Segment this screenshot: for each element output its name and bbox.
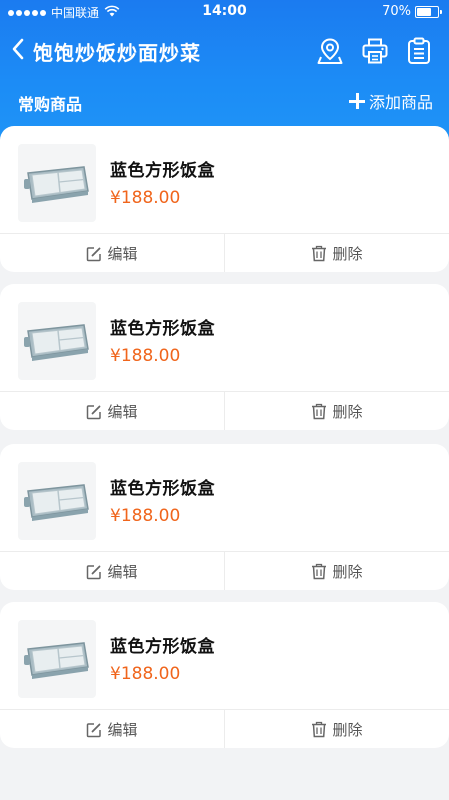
product-name: 蓝色方形饭盒: [110, 479, 215, 499]
product-name: 蓝色方形饭盒: [110, 319, 215, 339]
edit-button[interactable]: 编辑: [0, 392, 224, 430]
edit-icon: [87, 246, 102, 261]
product-image: [18, 462, 96, 540]
nav-bar: 饱饱炒饭炒面炒菜: [0, 28, 449, 74]
page-title: 饱饱炒饭炒面炒菜: [33, 41, 201, 65]
trash-icon: [312, 563, 327, 580]
edit-icon: [87, 722, 102, 737]
battery-percent: 70%: [382, 4, 411, 19]
printer-icon: [362, 38, 388, 64]
delete-label: 删除: [332, 403, 363, 421]
add-product-button[interactable]: 添加商品: [348, 89, 433, 113]
section-header: 常购商品 添加商品: [0, 86, 449, 116]
product-price: ¥188.00: [110, 664, 181, 684]
back-button[interactable]: [6, 34, 30, 64]
clipboard-icon: [408, 37, 430, 64]
edit-label: 编辑: [107, 721, 138, 739]
product-price: ¥188.00: [110, 506, 181, 526]
trash-icon: [312, 721, 327, 738]
plus-icon: [348, 93, 365, 109]
edit-label: 编辑: [107, 563, 138, 581]
product-image: [18, 144, 96, 222]
location-icon: [317, 38, 343, 64]
delete-label: 删除: [332, 245, 363, 263]
back-icon: [12, 38, 24, 60]
status-bar: 中国联通 14:00 70%: [0, 0, 449, 24]
product-actions: 编辑 删除: [0, 709, 449, 748]
lunchbox-image: [24, 484, 89, 521]
battery-icon: [415, 5, 442, 18]
trash-icon: [312, 403, 327, 420]
print-button[interactable]: [360, 36, 390, 66]
edit-label: 编辑: [107, 245, 138, 263]
lunchbox-image: [24, 642, 89, 679]
edit-icon: [87, 564, 102, 579]
product-actions: 编辑 删除: [0, 551, 449, 590]
lunchbox-image: [24, 166, 89, 203]
edit-button[interactable]: 编辑: [0, 234, 224, 272]
delete-label: 删除: [332, 563, 363, 581]
product-price: ¥188.00: [110, 346, 181, 366]
edit-button[interactable]: 编辑: [0, 552, 224, 590]
product-card: 蓝色方形饭盒 ¥188.00 编辑 删除: [0, 284, 449, 430]
trash-icon: [312, 245, 327, 262]
product-card: 蓝色方形饭盒 ¥188.00 编辑 删除: [0, 126, 449, 272]
product-actions: 编辑 删除: [0, 391, 449, 430]
product-card: 蓝色方形饭盒 ¥188.00 编辑 删除: [0, 444, 449, 590]
product-image: [18, 620, 96, 698]
location-button[interactable]: [315, 36, 345, 66]
product-price: ¥188.00: [110, 188, 181, 208]
section-title: 常购商品: [18, 95, 83, 114]
edit-button[interactable]: 编辑: [0, 710, 224, 748]
product-name: 蓝色方形饭盒: [110, 161, 215, 181]
lunchbox-image: [24, 324, 89, 361]
delete-button[interactable]: 删除: [224, 392, 449, 430]
delete-button[interactable]: 删除: [224, 234, 449, 272]
status-right: 70%: [382, 4, 442, 19]
delete-button[interactable]: 删除: [224, 552, 449, 590]
delete-label: 删除: [332, 721, 363, 739]
product-name: 蓝色方形饭盒: [110, 637, 215, 657]
product-card: 蓝色方形饭盒 ¥188.00 编辑 删除: [0, 602, 449, 748]
edit-icon: [87, 404, 102, 419]
edit-label: 编辑: [107, 403, 138, 421]
product-actions: 编辑 删除: [0, 233, 449, 272]
order-list-button[interactable]: [404, 36, 434, 66]
battery-level: [417, 7, 431, 16]
product-image: [18, 302, 96, 380]
add-product-label: 添加商品: [368, 93, 433, 112]
delete-button[interactable]: 删除: [224, 710, 449, 748]
